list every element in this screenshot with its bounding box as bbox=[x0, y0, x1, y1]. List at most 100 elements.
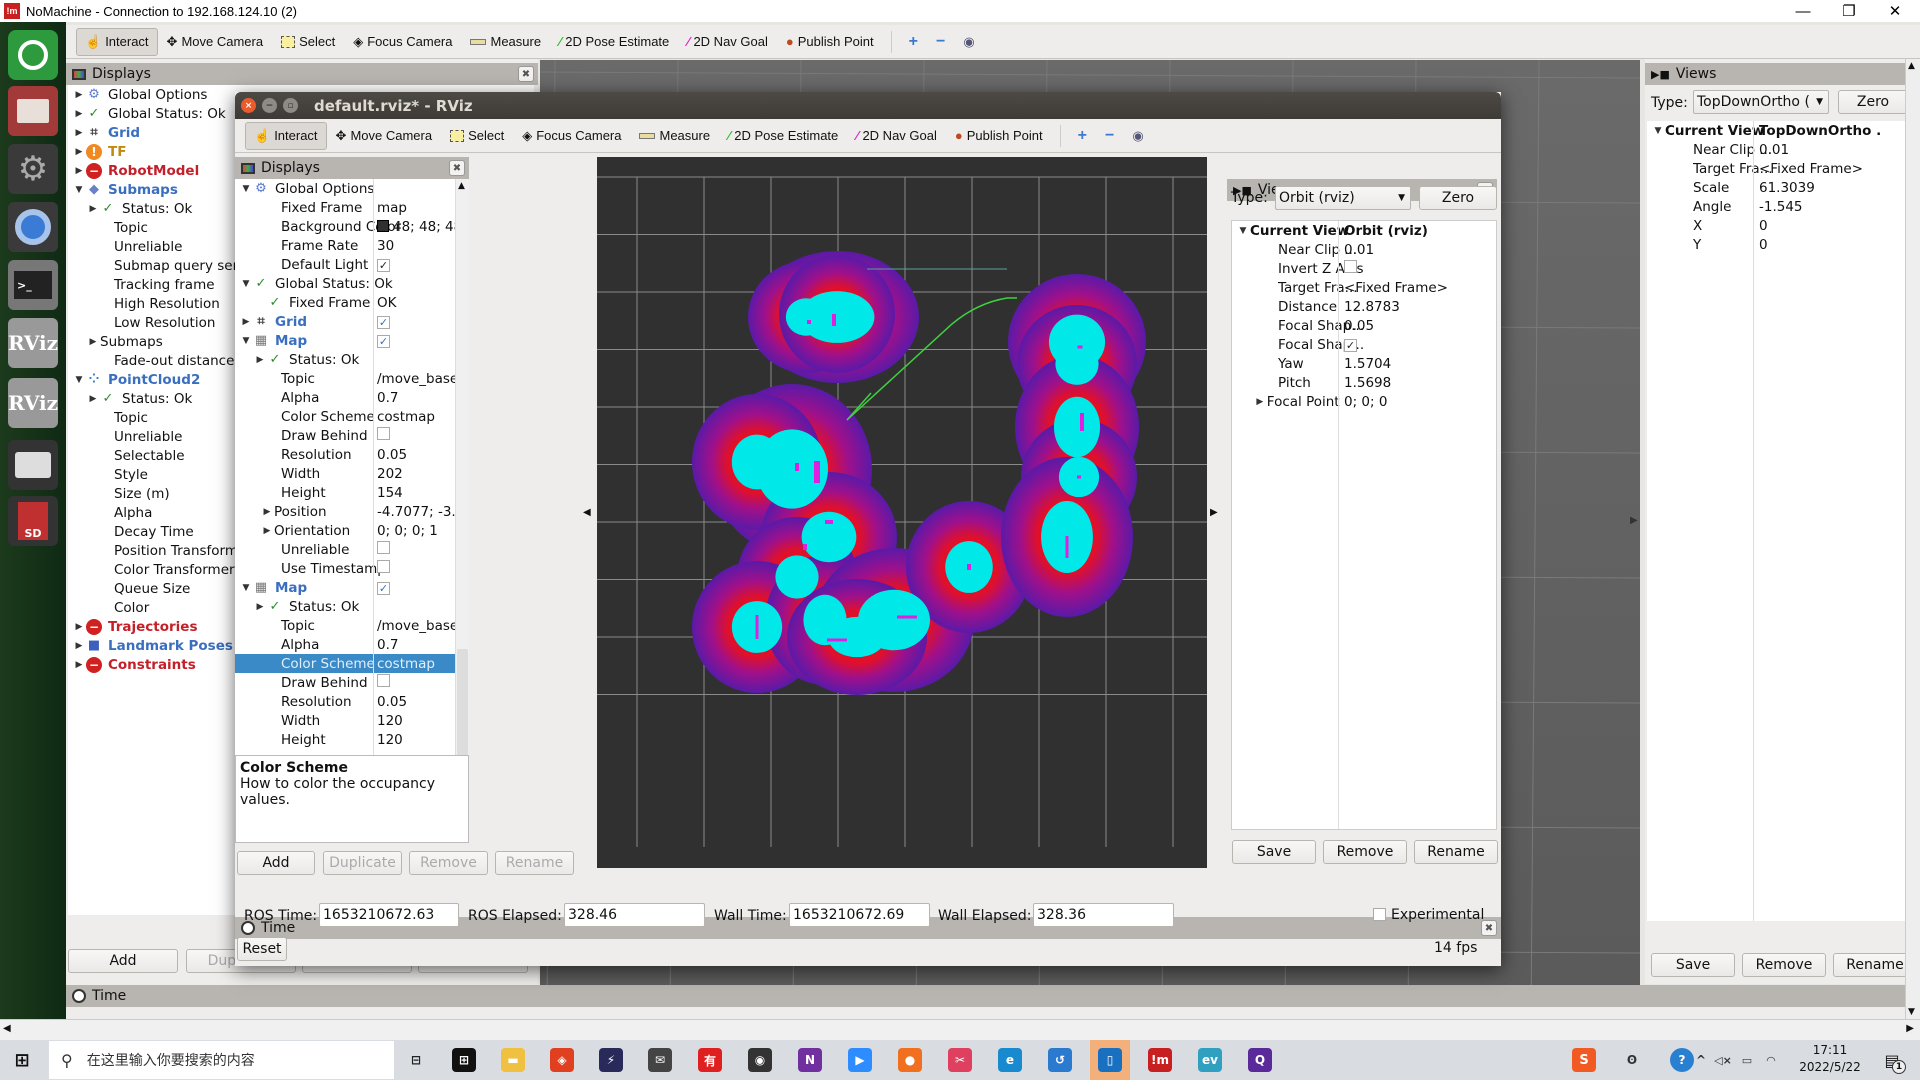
rviz-minimize-button[interactable]: − bbox=[262, 98, 277, 113]
experimental-checkbox[interactable] bbox=[1373, 908, 1386, 921]
tree-row[interactable]: Color Scheme costmap bbox=[235, 654, 455, 673]
tree-row-value[interactable]: 0.05 bbox=[377, 694, 407, 710]
tree-row-value[interactable]: /move_base/local_c... bbox=[377, 618, 455, 634]
tree-row[interactable]: Topic/move_base/local_c... bbox=[235, 616, 455, 635]
checkbox[interactable]: ✓ bbox=[377, 581, 390, 595]
checkbox[interactable]: ✓ bbox=[377, 258, 390, 272]
tree-row[interactable]: Resolution 0.05 bbox=[235, 692, 455, 711]
column-divider[interactable] bbox=[1338, 221, 1339, 829]
outer-views-tree[interactable]: ▼ Current View TopDownOrtho . Near Clip ...… bbox=[1647, 121, 1907, 921]
horizontal-scrollbar[interactable]: ◀ ▶ bbox=[0, 1019, 1920, 1040]
tree-row[interactable]: Use Timestamp bbox=[235, 559, 455, 578]
expand-arrow-icon[interactable]: ▶ bbox=[72, 109, 86, 119]
battery-icon[interactable]: ▭ bbox=[1736, 1040, 1758, 1080]
wall-time-field[interactable]: 1653210672.69 bbox=[789, 903, 930, 927]
collapse-arrow-icon[interactable]: ▼ bbox=[239, 279, 253, 289]
tree-row[interactable]: Y0 bbox=[1647, 235, 1907, 254]
tree-row[interactable]: Invert Z Axis bbox=[1232, 259, 1496, 278]
restore-button[interactable]: ❐ bbox=[1826, 0, 1872, 22]
tree-row[interactable]: Near Clip ... 0.01 bbox=[1647, 140, 1907, 159]
rviz-icon[interactable]: RViz bbox=[8, 318, 58, 368]
close-panel-button[interactable]: ✖ bbox=[518, 66, 534, 82]
tree-row-value[interactable] bbox=[377, 560, 390, 577]
camera-icon[interactable]: ◉ bbox=[740, 1040, 780, 1080]
scroll-up-icon[interactable]: ▲ bbox=[458, 181, 465, 191]
edge-icon[interactable]: e bbox=[990, 1040, 1030, 1080]
tree-row-value[interactable]: 0; 0; 0 bbox=[1344, 394, 1387, 410]
rviz-icon-2[interactable]: RViz bbox=[8, 378, 58, 428]
drive-icon[interactable] bbox=[8, 440, 58, 490]
expand-arrow-icon[interactable]: ▶ bbox=[260, 507, 274, 517]
expand-arrow-icon[interactable]: ▶ bbox=[253, 355, 267, 365]
tree-row[interactable]: Target Fra... <Fixed Frame> bbox=[1232, 278, 1496, 297]
settings-icon[interactable]: ⚙ bbox=[8, 144, 58, 194]
expand-arrow-icon[interactable]: ▶ bbox=[253, 602, 267, 612]
tree-row-value[interactable]: 12.8783 bbox=[1344, 299, 1400, 315]
tree-row[interactable]: ▼ ⚙ Global Options bbox=[235, 179, 455, 198]
wall-elapsed-field[interactable]: 328.36 bbox=[1033, 903, 1174, 927]
rviz-displays-tree[interactable]: ▼ ⚙ Global Options Fixed Frame map Background… bbox=[235, 179, 455, 843]
tree-row-value[interactable]: 120 bbox=[377, 732, 403, 748]
expand-arrow-icon[interactable]: ▶ bbox=[72, 166, 86, 176]
tree-row[interactable]: X0 bbox=[1647, 216, 1907, 235]
expand-arrow-icon[interactable]: ▶ bbox=[1253, 397, 1267, 407]
tree-row[interactable]: Width 202 bbox=[235, 464, 455, 483]
app-icon-2[interactable]: ↺ bbox=[1040, 1040, 1080, 1080]
panels-button[interactable]: ◉ bbox=[954, 28, 983, 56]
tree-row-value[interactable] bbox=[377, 674, 390, 691]
outer-add-button[interactable]: Add bbox=[68, 949, 178, 973]
rviz-tool-publish-point[interactable]: ● Publish Point bbox=[946, 122, 1052, 150]
current-view-row[interactable]: ▼ Current View TopDownOrtho . bbox=[1647, 121, 1907, 140]
expand-arrow-icon[interactable]: ▶ bbox=[72, 660, 86, 670]
tree-row-value[interactable] bbox=[377, 427, 390, 444]
left-splitter-arrow[interactable]: ◀ bbox=[583, 507, 591, 518]
tree-row[interactable]: ▶ ⌗ Grid ✓ bbox=[235, 312, 455, 331]
tool-2d-pose-estimate[interactable]: ⁄ 2D Pose Estimate bbox=[550, 28, 678, 56]
tree-row[interactable]: Topic/move_base/global... bbox=[235, 369, 455, 388]
tree-row[interactable]: Draw Behind bbox=[235, 426, 455, 445]
checkbox[interactable]: ✓ bbox=[377, 334, 390, 348]
files-icon[interactable] bbox=[8, 86, 58, 136]
wifi-icon[interactable]: ◠ bbox=[1760, 1040, 1782, 1080]
scroll-left-icon[interactable]: ◀ bbox=[3, 1023, 11, 1034]
onenote-icon[interactable]: N bbox=[790, 1040, 830, 1080]
tree-row-value[interactable]: ✓ bbox=[377, 257, 390, 273]
volume-muted-icon[interactable]: ◁× bbox=[1712, 1040, 1734, 1080]
ros-time-field[interactable]: 1653210672.63 bbox=[319, 903, 459, 927]
tree-row-value[interactable]: <Fixed Frame> bbox=[1344, 280, 1448, 296]
rviz-3d-viewport[interactable] bbox=[597, 157, 1207, 868]
rviz-rename-button[interactable]: Rename bbox=[495, 851, 574, 875]
tree-row[interactable]: Target Fra... <Fixed Frame> bbox=[1647, 159, 1907, 178]
tree-row-value[interactable]: OK bbox=[377, 295, 396, 311]
phone-icon[interactable]: ▯ bbox=[1090, 1040, 1130, 1080]
tree-row-value[interactable]: 48; 48; 48 bbox=[377, 219, 455, 235]
minimize-button[interactable]: — bbox=[1780, 0, 1826, 22]
remove-tool-button[interactable]: − bbox=[927, 28, 954, 56]
sd-card-icon[interactable]: SD bbox=[8, 496, 58, 546]
tree-row-value[interactable]: ✓ bbox=[377, 314, 390, 330]
tree-row-value[interactable]: 154 bbox=[377, 485, 403, 501]
tree-row[interactable]: Pitch 1.5698 bbox=[1232, 373, 1496, 392]
tree-row[interactable]: Distance 12.8783 bbox=[1232, 297, 1496, 316]
tree-row-value[interactable]: 0.7 bbox=[377, 390, 398, 406]
tree-row[interactable]: ▶ Focal Point 0; 0; 0 bbox=[1232, 392, 1496, 411]
tree-row[interactable]: Frame Rate 30 bbox=[235, 236, 455, 255]
rviz-panels-button[interactable]: ◉ bbox=[1123, 122, 1152, 150]
tree-row-value[interactable]: ✓ bbox=[1344, 337, 1357, 353]
tree-row-value[interactable]: ✓ bbox=[377, 333, 390, 349]
tree-row[interactable]: Width 120 bbox=[235, 711, 455, 730]
mail-icon[interactable]: ✉ bbox=[640, 1040, 680, 1080]
scroll-right-icon[interactable]: ▶ bbox=[1906, 1023, 1914, 1034]
ubuntu-dash-icon[interactable] bbox=[8, 30, 58, 80]
youdao-icon[interactable]: 有 bbox=[690, 1040, 730, 1080]
tree-row[interactable]: Unreliable bbox=[235, 540, 455, 559]
rviz-views-type-select[interactable]: Orbit (rviz) ▼ bbox=[1275, 186, 1411, 210]
rviz-tool-move-camera[interactable]: ✥ Move Camera bbox=[327, 122, 442, 150]
tree-row-value[interactable]: -1.545 bbox=[1759, 199, 1803, 215]
tree-row[interactable]: ✓ Fixed Frame OK bbox=[235, 293, 455, 312]
tree-row-value[interactable]: map bbox=[377, 200, 407, 216]
tree-row-value[interactable]: 0 bbox=[1759, 218, 1768, 234]
snipping-icon[interactable]: ✂ bbox=[940, 1040, 980, 1080]
tree-row[interactable]: ▶ ✓ Status: Ok bbox=[235, 597, 455, 616]
rviz-views-rename-button[interactable]: Rename bbox=[1414, 840, 1498, 864]
